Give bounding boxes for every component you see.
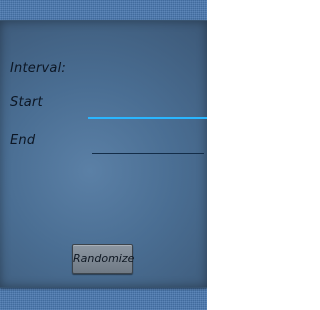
start-input[interactable] bbox=[88, 115, 207, 119]
end-input[interactable] bbox=[92, 151, 204, 154]
start-label: Start bbox=[10, 95, 43, 110]
randomize-button[interactable]: Randomize bbox=[72, 244, 134, 274]
end-label: End bbox=[10, 133, 36, 148]
interval-title: Interval: bbox=[10, 61, 66, 76]
interval-panel: Interval: Start End Randomize bbox=[0, 20, 207, 288]
app-screen: Interval: Start End Randomize bbox=[0, 0, 207, 310]
